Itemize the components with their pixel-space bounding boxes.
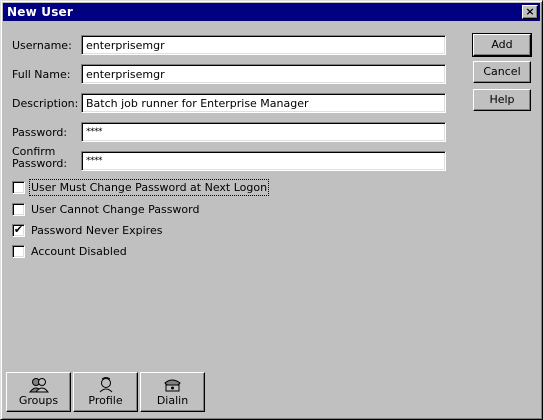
new-user-dialog: New User × Username: enterprisemgr Full … bbox=[0, 0, 543, 420]
cancel-button[interactable]: Cancel bbox=[473, 61, 531, 83]
checkbox-label: User Cannot Change Password bbox=[31, 203, 200, 216]
profile-icon bbox=[96, 376, 116, 393]
checkbox-box[interactable]: ✔ bbox=[12, 224, 25, 237]
username-label: Username: bbox=[12, 39, 72, 52]
description-label: Description: bbox=[12, 97, 79, 110]
help-button[interactable]: Help bbox=[473, 89, 531, 111]
username-field[interactable]: enterprisemgr bbox=[81, 35, 446, 55]
checkbox-box[interactable] bbox=[12, 203, 25, 216]
dialin-button[interactable]: Dialin bbox=[140, 372, 205, 412]
confirm-password-label-line2: Password: bbox=[12, 157, 68, 170]
description-field[interactable]: Batch job runner for Enterprise Manager bbox=[81, 93, 446, 113]
groups-button-label: Groups bbox=[18, 394, 59, 407]
checkbox-label: Account Disabled bbox=[31, 245, 127, 258]
groups-button[interactable]: Groups bbox=[6, 372, 71, 412]
password-label: Password: bbox=[12, 126, 68, 139]
fullname-field[interactable]: enterprisemgr bbox=[81, 64, 446, 84]
close-icon: × bbox=[525, 5, 535, 18]
password-field[interactable]: **** bbox=[81, 122, 446, 142]
window-title: New User bbox=[7, 5, 73, 19]
confirm-password-field[interactable]: **** bbox=[81, 151, 446, 171]
dialin-button-label: Dialin bbox=[156, 394, 189, 407]
profile-button-label: Profile bbox=[88, 394, 123, 407]
close-button[interactable]: × bbox=[522, 5, 538, 19]
fullname-label: Full Name: bbox=[12, 68, 71, 81]
checkbox-box[interactable] bbox=[12, 245, 25, 258]
dialin-icon bbox=[163, 377, 183, 393]
checkbox-label: Password Never Expires bbox=[31, 224, 163, 237]
checkbox-label: User Must Change Password at Next Logon bbox=[28, 179, 270, 196]
groups-icon bbox=[28, 377, 49, 393]
profile-button[interactable]: Profile bbox=[73, 372, 138, 412]
title-bar[interactable]: New User × bbox=[3, 3, 540, 21]
checkbox-box[interactable] bbox=[12, 181, 25, 194]
add-button[interactable]: Add bbox=[472, 33, 532, 57]
